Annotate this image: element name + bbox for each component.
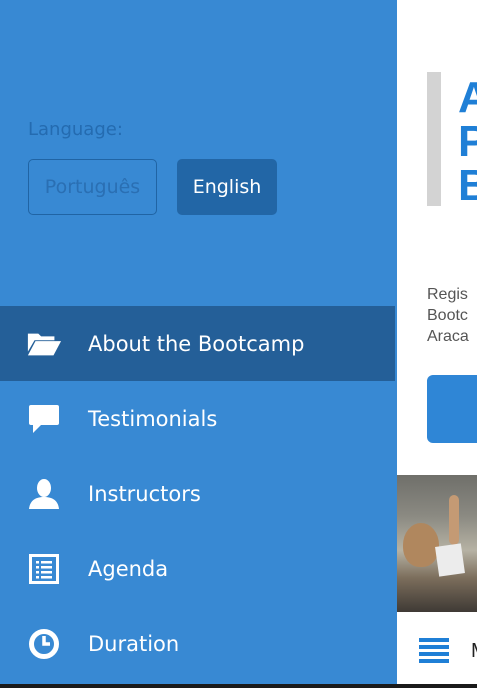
user-icon xyxy=(26,478,62,510)
hero-accent-bar xyxy=(427,72,441,206)
clock-icon xyxy=(26,628,62,660)
language-label: Language: xyxy=(28,119,123,140)
hero-title: A P B xyxy=(458,73,477,210)
speech-bubble-icon xyxy=(26,403,62,435)
list-document-icon xyxy=(26,553,62,585)
photo-paper xyxy=(435,543,465,577)
nav-item-agenda[interactable]: Agenda xyxy=(0,531,397,606)
photo-raised-arm xyxy=(449,495,459,545)
nav-item-label: Testimonials xyxy=(88,406,218,431)
folder-open-icon xyxy=(26,328,62,360)
bootcamp-photo xyxy=(397,475,477,612)
nav-item-label: About the Bootcamp xyxy=(88,331,305,356)
register-button[interactable] xyxy=(427,375,477,443)
drawer-nav-list: About the Bootcamp Testimonials Instruct… xyxy=(0,306,397,681)
nav-item-duration[interactable]: Duration xyxy=(0,606,397,681)
menu-label[interactable]: M xyxy=(471,640,477,663)
nav-item-instructors[interactable]: Instructors xyxy=(0,456,397,531)
nav-item-label: Agenda xyxy=(88,556,169,581)
language-button-english[interactable]: English xyxy=(177,159,277,215)
hamburger-menu-icon[interactable] xyxy=(419,638,449,664)
photo-person xyxy=(403,523,439,567)
nav-item-label: Instructors xyxy=(88,481,201,506)
nav-item-testimonials[interactable]: Testimonials xyxy=(0,381,397,456)
register-text: Regis Bootc Araca xyxy=(427,286,469,345)
bottom-menu-bar: M xyxy=(397,612,477,688)
language-button-portuguese[interactable]: Português xyxy=(28,159,157,215)
nav-item-label: Duration xyxy=(88,631,180,656)
nav-item-about-bootcamp[interactable]: About the Bootcamp xyxy=(0,306,395,381)
screen-bottom-edge xyxy=(0,684,477,688)
navigation-drawer: Language: Português English About the Bo… xyxy=(0,0,397,684)
